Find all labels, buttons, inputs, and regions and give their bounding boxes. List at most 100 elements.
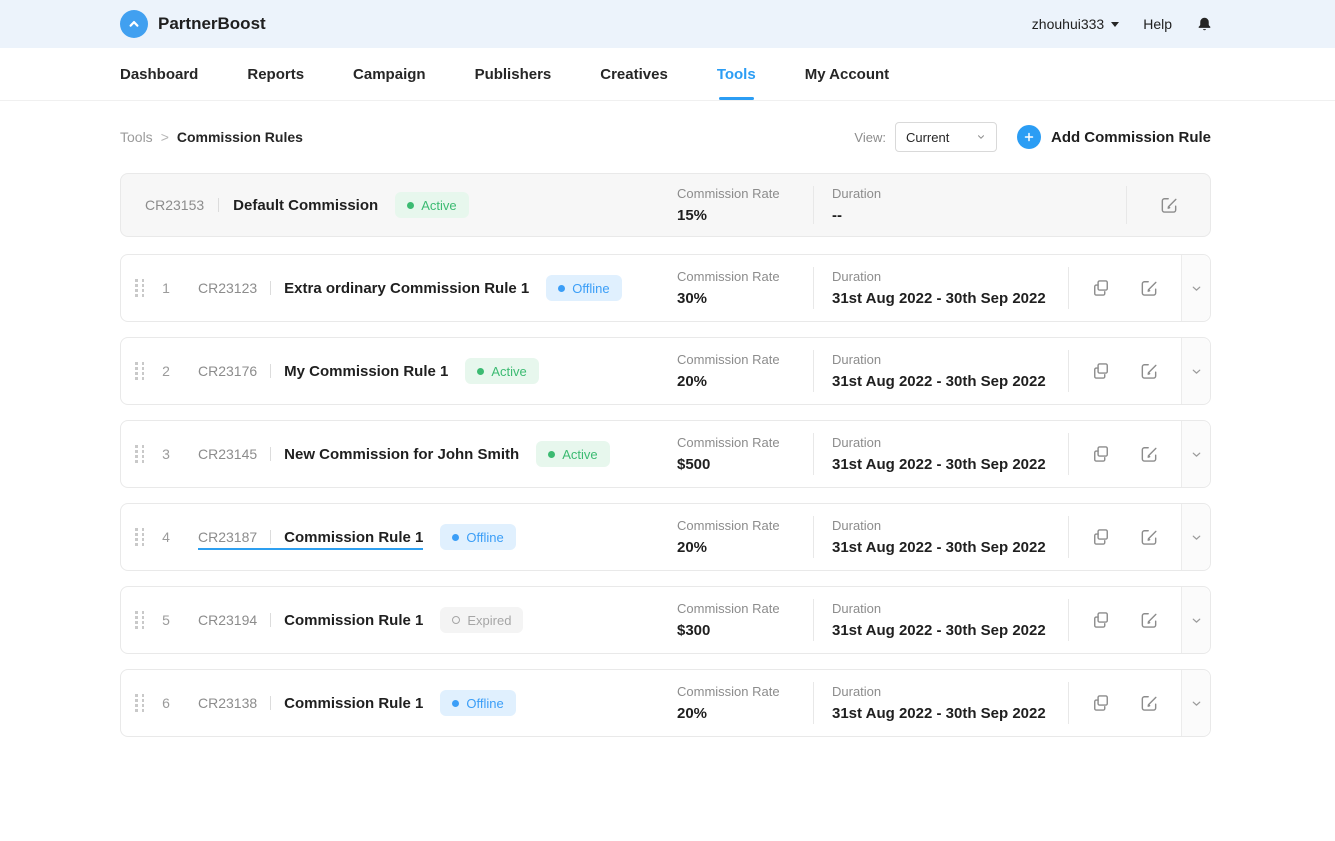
view-select[interactable]: Current	[895, 122, 997, 152]
rule-title-group[interactable]: CR23194 Commission Rule 1	[198, 612, 423, 629]
drag-handle-icon[interactable]	[135, 694, 144, 712]
username: zhouhui333	[1032, 16, 1104, 32]
drag-handle-icon[interactable]	[135, 445, 144, 463]
edit-icon[interactable]	[1139, 693, 1159, 713]
commission-rate-label: Commission Rate	[677, 518, 813, 533]
duration-column: Duration --	[814, 174, 1126, 236]
commission-rule-row: 1 CR23123 Extra ordinary Commission Rule…	[120, 254, 1211, 322]
rule-title-group[interactable]: CR23176 My Commission Rule 1	[198, 363, 448, 380]
expand-row-button[interactable]	[1181, 670, 1210, 736]
rule-title-group[interactable]: CR23138 Commission Rule 1	[198, 695, 423, 712]
copy-icon[interactable]	[1091, 527, 1111, 547]
rule-title-group[interactable]: CR23145 New Commission for John Smith	[198, 446, 519, 463]
commission-rate-value: $500	[677, 456, 813, 473]
rule-order-number: 2	[159, 363, 173, 379]
commission-rule-row: 2 CR23176 My Commission Rule 1 Active Co…	[120, 337, 1211, 405]
row-actions	[1069, 421, 1181, 487]
rule-name: Commission Rule 1	[284, 695, 423, 712]
drag-handle-icon[interactable]	[135, 611, 144, 629]
commission-rule-row: 4 CR23187 Commission Rule 1 Offline Comm…	[120, 503, 1211, 571]
rule-order-number: 4	[159, 529, 173, 545]
breadcrumb-tools[interactable]: Tools	[120, 129, 153, 145]
tab-reports[interactable]: Reports	[247, 48, 304, 100]
status-dot-icon	[548, 451, 555, 458]
drag-handle-icon[interactable]	[135, 528, 144, 546]
tab-my-account[interactable]: My Account	[805, 48, 889, 100]
status-label: Offline	[466, 696, 503, 711]
help-link[interactable]: Help	[1143, 16, 1172, 32]
status-label: Active	[421, 198, 456, 213]
tab-campaign[interactable]: Campaign	[353, 48, 426, 100]
rule-name: New Commission for John Smith	[284, 446, 519, 463]
duration-value: 31st Aug 2022 - 30th Sep 2022	[832, 705, 1068, 722]
edit-icon[interactable]	[1159, 195, 1179, 215]
bell-icon[interactable]	[1196, 16, 1213, 33]
copy-icon[interactable]	[1091, 278, 1111, 298]
copy-icon[interactable]	[1091, 693, 1111, 713]
duration-label: Duration	[832, 518, 1068, 533]
partnerboost-logo-icon	[120, 10, 148, 38]
commission-rate-value: 20%	[677, 705, 813, 722]
expand-row-button[interactable]	[1181, 587, 1210, 653]
edit-icon[interactable]	[1139, 278, 1159, 298]
tab-creatives[interactable]: Creatives	[600, 48, 668, 100]
divider	[218, 198, 219, 212]
topbar: PartnerBoost zhouhui333 Help	[0, 0, 1335, 48]
brand[interactable]: PartnerBoost	[120, 10, 266, 38]
rule-order-number: 5	[159, 612, 173, 628]
main-nav: Dashboard Reports Campaign Publishers Cr…	[0, 48, 1335, 101]
row-actions	[1069, 587, 1181, 653]
expand-row-button[interactable]	[1181, 255, 1210, 321]
tab-tools[interactable]: Tools	[717, 48, 756, 100]
rule-title-group[interactable]: CR23123 Extra ordinary Commission Rule 1	[198, 280, 529, 297]
duration-value: 31st Aug 2022 - 30th Sep 2022	[832, 622, 1068, 639]
user-menu[interactable]: zhouhui333	[1032, 16, 1119, 32]
divider	[270, 530, 271, 544]
tab-dashboard[interactable]: Dashboard	[120, 48, 198, 100]
rules-list: 1 CR23123 Extra ordinary Commission Rule…	[120, 254, 1211, 737]
status-dot-icon	[452, 534, 459, 541]
copy-icon[interactable]	[1091, 361, 1111, 381]
chevron-down-icon	[976, 132, 986, 142]
status-label: Offline	[466, 530, 503, 545]
caret-down-icon	[1111, 22, 1119, 27]
view-label: View:	[854, 130, 886, 145]
status-badge: Offline	[440, 690, 515, 716]
expand-row-button[interactable]	[1181, 338, 1210, 404]
rule-id: CR23145	[198, 446, 257, 462]
drag-handle-icon[interactable]	[135, 362, 144, 380]
commission-rule-row: 3 CR23145 New Commission for John Smith …	[120, 420, 1211, 488]
status-badge: Offline	[440, 524, 515, 550]
rule-title-group[interactable]: CR23187 Commission Rule 1	[198, 529, 423, 546]
rule-name: Extra ordinary Commission Rule 1	[284, 280, 529, 297]
content: CR23153 Default Commission Active Commis…	[0, 173, 1335, 737]
rule-name: My Commission Rule 1	[284, 363, 448, 380]
commission-rule-row: 5 CR23194 Commission Rule 1 Expired Comm…	[120, 586, 1211, 654]
status-label: Active	[562, 447, 597, 462]
add-commission-rule-button[interactable]: Add Commission Rule	[1017, 125, 1211, 149]
edit-icon[interactable]	[1139, 610, 1159, 630]
chevron-down-icon	[1190, 531, 1203, 544]
add-commission-rule-label: Add Commission Rule	[1051, 129, 1211, 146]
edit-icon[interactable]	[1139, 527, 1159, 547]
edit-icon[interactable]	[1139, 361, 1159, 381]
default-status-badge: Active	[395, 192, 468, 218]
status-dot-icon	[477, 368, 484, 375]
row-actions	[1069, 504, 1181, 570]
edit-icon[interactable]	[1139, 444, 1159, 464]
copy-icon[interactable]	[1091, 610, 1111, 630]
commission-rate-label: Commission Rate	[677, 435, 813, 450]
drag-handle-icon[interactable]	[135, 279, 144, 297]
commission-rate-value: 15%	[677, 207, 813, 224]
copy-icon[interactable]	[1091, 444, 1111, 464]
duration-value: 31st Aug 2022 - 30th Sep 2022	[832, 290, 1068, 307]
rule-row-left: 5 CR23194 Commission Rule 1 Expired	[121, 587, 659, 653]
expand-row-button[interactable]	[1181, 421, 1210, 487]
rule-id: CR23138	[198, 695, 257, 711]
status-badge: Offline	[546, 275, 621, 301]
duration-value: 31st Aug 2022 - 30th Sep 2022	[832, 373, 1068, 390]
expand-row-button[interactable]	[1181, 504, 1210, 570]
commission-rate-label: Commission Rate	[677, 186, 813, 201]
tab-publishers[interactable]: Publishers	[475, 48, 552, 100]
view-group: View: Current	[854, 122, 997, 152]
